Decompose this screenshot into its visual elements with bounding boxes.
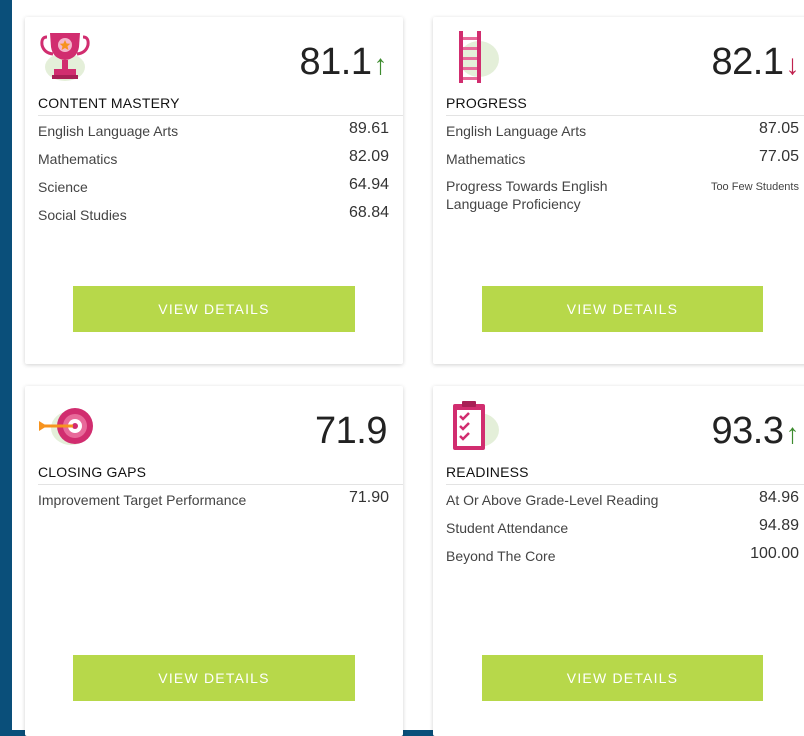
trend-down-icon: ↓ xyxy=(785,49,800,80)
metric-label: English Language Arts xyxy=(446,123,587,139)
metric-value: 77.05 xyxy=(758,148,799,165)
metric-label: Mathematics xyxy=(446,151,526,167)
trend-up-icon: ↑ xyxy=(373,49,388,80)
divider xyxy=(446,484,804,485)
metric-label: Social Studies xyxy=(38,207,127,223)
metric-row: Science 64.94 xyxy=(38,176,389,207)
readiness-card: 93.3↑ READINESS At Or Above Grade-Level … xyxy=(433,386,804,736)
card-title: PROGRESS xyxy=(446,95,527,111)
content-mastery-score: 81.1↑ xyxy=(299,41,388,84)
metric-label: Science xyxy=(38,179,88,195)
metric-row: Improvement Target Performance 71.90 xyxy=(38,489,389,520)
card-title: CLOSING GAPS xyxy=(38,464,147,480)
metrics-list: At Or Above Grade-Level Reading 84.96 St… xyxy=(446,489,799,576)
metric-value: Too Few Students xyxy=(710,181,799,193)
divider xyxy=(38,115,403,116)
metrics-list: English Language Arts 89.61 Mathematics … xyxy=(38,120,389,235)
metric-label: Improvement Target Performance xyxy=(38,492,247,508)
metric-row: Social Studies 68.84 xyxy=(38,204,389,235)
metric-value: 100.00 xyxy=(750,545,799,562)
metric-row: Beyond The Core 100.00 xyxy=(446,545,799,576)
score-value: 93.3 xyxy=(711,410,784,452)
metric-row: At Or Above Grade-Level Reading 84.96 xyxy=(446,489,799,520)
view-details-button[interactable]: VIEW DETAILS xyxy=(482,655,763,701)
dashboard-panel: 81.1↑ CONTENT MASTERY English Language A… xyxy=(12,0,804,736)
readiness-score: 93.3↑ xyxy=(711,410,800,453)
metric-value: 84.96 xyxy=(758,489,799,506)
metric-value: 87.05 xyxy=(758,120,799,137)
ladder-icon xyxy=(445,29,505,85)
metric-row: English Language Arts 89.61 xyxy=(38,120,389,151)
metric-row: Mathematics 82.09 xyxy=(38,148,389,179)
metric-label: English Language Arts xyxy=(38,123,179,139)
content-mastery-card: 81.1↑ CONTENT MASTERY English Language A… xyxy=(25,17,403,364)
view-details-button[interactable]: VIEW DETAILS xyxy=(73,655,355,701)
metric-value: 64.94 xyxy=(348,176,389,193)
metric-row: Student Attendance 94.89 xyxy=(446,517,799,548)
metric-row: English Language Arts 87.05 xyxy=(446,120,799,151)
trend-up-icon: ↑ xyxy=(785,418,800,449)
metric-value: 68.84 xyxy=(348,204,389,221)
metric-row: Progress Towards English Language Profic… xyxy=(446,178,799,223)
card-title: CONTENT MASTERY xyxy=(38,95,180,111)
metric-label: At Or Above Grade-Level Reading xyxy=(446,492,659,508)
target-icon xyxy=(37,398,97,454)
clipboard-checklist-icon xyxy=(445,398,505,454)
trophy-icon xyxy=(37,29,97,85)
metric-value: 89.61 xyxy=(348,120,389,137)
score-value: 71.9 xyxy=(315,410,387,452)
metrics-list: English Language Arts 87.05 Mathematics … xyxy=(446,120,799,223)
progress-score: 82.1↓ xyxy=(711,41,800,84)
metric-value: 82.09 xyxy=(348,148,389,165)
metric-label: Student Attendance xyxy=(446,520,569,536)
metric-label: Progress Towards English Language Profic… xyxy=(446,178,608,212)
metrics-list: Improvement Target Performance 71.90 xyxy=(38,489,389,520)
progress-card: 82.1↓ PROGRESS English Language Arts 87.… xyxy=(433,17,804,364)
metric-label: Beyond The Core xyxy=(446,548,556,564)
score-value: 82.1 xyxy=(711,41,784,83)
divider xyxy=(446,115,804,116)
score-value: 81.1 xyxy=(299,41,372,83)
metric-value: 94.89 xyxy=(758,517,799,534)
metric-row: Mathematics 77.05 xyxy=(446,148,799,179)
metric-value: 71.90 xyxy=(348,489,389,506)
divider xyxy=(38,484,403,485)
closing-gaps-score: 71.9 xyxy=(315,410,387,453)
view-details-button[interactable]: VIEW DETAILS xyxy=(482,286,763,332)
closing-gaps-card: 71.9 CLOSING GAPS Improvement Target Per… xyxy=(25,386,403,736)
metric-label: Mathematics xyxy=(38,151,118,167)
card-title: READINESS xyxy=(446,464,529,480)
view-details-button[interactable]: VIEW DETAILS xyxy=(73,286,355,332)
